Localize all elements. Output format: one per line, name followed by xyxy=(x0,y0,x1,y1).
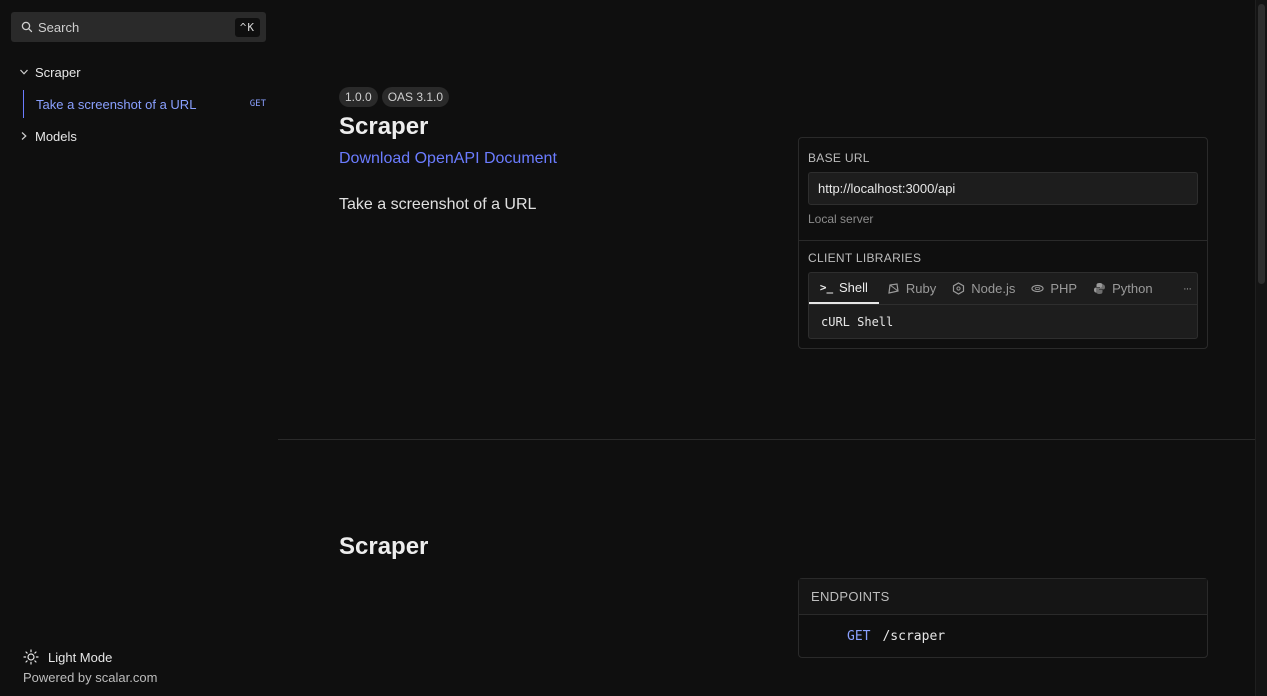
client-libraries-heading: CLIENT LIBRARIES xyxy=(808,251,922,265)
tab-label: Ruby xyxy=(905,281,937,296)
download-openapi-link[interactable]: Download OpenAPI Document xyxy=(339,150,557,168)
terminal-icon: >_ xyxy=(819,281,834,294)
search-shortcut: ^K xyxy=(234,17,260,37)
sidebar-item-take-screenshot[interactable]: Take a screenshot of a URL GET xyxy=(23,90,278,118)
base-url-section: BASE URL http://localhost:3000/api Local… xyxy=(808,151,1198,226)
sidebar-item-label: Models xyxy=(35,128,77,144)
powered-by-link[interactable]: Powered by scalar.com xyxy=(23,670,157,685)
config-card: BASE URL http://localhost:3000/api Local… xyxy=(798,137,1208,349)
sidebar-item-label: Scraper xyxy=(35,64,81,80)
endpoints-card: ENDPOINTS GET /scraper xyxy=(798,578,1208,658)
python-icon xyxy=(1093,282,1106,295)
tab-label: PHP xyxy=(1050,281,1078,296)
endpoint-method: GET xyxy=(847,628,871,644)
nodejs-icon xyxy=(952,282,965,295)
endpoint-row[interactable]: GET /scraper xyxy=(799,615,1207,657)
sidebar-nav: Scraper Take a screenshot of a URL GET M… xyxy=(0,60,278,154)
light-mode-toggle[interactable]: Light Mode xyxy=(23,648,157,666)
base-url-heading: BASE URL xyxy=(808,151,870,165)
sidebar-item-label: Take a screenshot of a URL xyxy=(36,96,197,112)
client-libraries-section: CLIENT LIBRARIES >_ Shell Ruby Node.js P… xyxy=(808,251,1198,339)
sidebar: Search ^K Scraper Take a screenshot of a… xyxy=(0,0,278,696)
tab-ruby[interactable]: Ruby xyxy=(879,273,944,304)
endpoint-path: /scraper xyxy=(882,628,946,644)
tab-shell[interactable]: >_ Shell xyxy=(809,273,879,304)
php-icon xyxy=(1031,282,1044,295)
page-title: Scraper xyxy=(339,113,429,140)
tab-python[interactable]: Python xyxy=(1085,273,1160,304)
tab-label: Node.js xyxy=(971,281,1016,296)
search-placeholder: Search xyxy=(38,19,80,35)
more-icon: ··· xyxy=(1183,282,1192,295)
light-mode-label: Light Mode xyxy=(48,649,113,665)
section-title: Scraper xyxy=(339,533,429,560)
method-badge: GET xyxy=(249,99,266,109)
search-input[interactable]: Search ^K xyxy=(11,12,266,42)
scrollbar-thumb[interactable] xyxy=(1258,4,1265,284)
tab-nodejs[interactable]: Node.js xyxy=(944,273,1023,304)
base-url-field[interactable]: http://localhost:3000/api xyxy=(808,172,1198,205)
oas-badge: OAS 3.1.0 xyxy=(381,87,450,107)
ruby-icon xyxy=(887,282,900,295)
client-tabs: >_ Shell Ruby Node.js PHP Python ··· xyxy=(808,272,1198,304)
divider xyxy=(799,240,1207,241)
server-description: Local server xyxy=(808,212,874,226)
code-sample: cURL Shell xyxy=(808,304,1198,339)
more-languages-button[interactable]: ··· xyxy=(1177,273,1197,304)
chevron-down-icon xyxy=(18,66,30,78)
tab-label: Shell xyxy=(839,280,868,295)
sidebar-footer: Light Mode Powered by scalar.com xyxy=(23,648,157,685)
scrollbar[interactable] xyxy=(1255,0,1267,696)
sidebar-item-models[interactable]: Models xyxy=(0,124,278,148)
version-badges: 1.0.0 OAS 3.1.0 xyxy=(339,87,450,107)
sun-icon xyxy=(23,649,39,665)
tab-php[interactable]: PHP xyxy=(1023,273,1085,304)
section-divider xyxy=(278,439,1255,440)
tab-label: Python xyxy=(1112,281,1153,296)
version-badge: 1.0.0 xyxy=(339,87,378,107)
endpoints-heading: ENDPOINTS xyxy=(799,579,1207,615)
sidebar-item-scraper[interactable]: Scraper xyxy=(0,60,278,84)
chevron-right-icon xyxy=(18,130,30,142)
search-icon xyxy=(21,21,33,33)
api-description: Take a screenshot of a URL xyxy=(339,196,537,213)
main-content: 1.0.0 OAS 3.1.0 Scraper Download OpenAPI… xyxy=(278,0,1255,696)
